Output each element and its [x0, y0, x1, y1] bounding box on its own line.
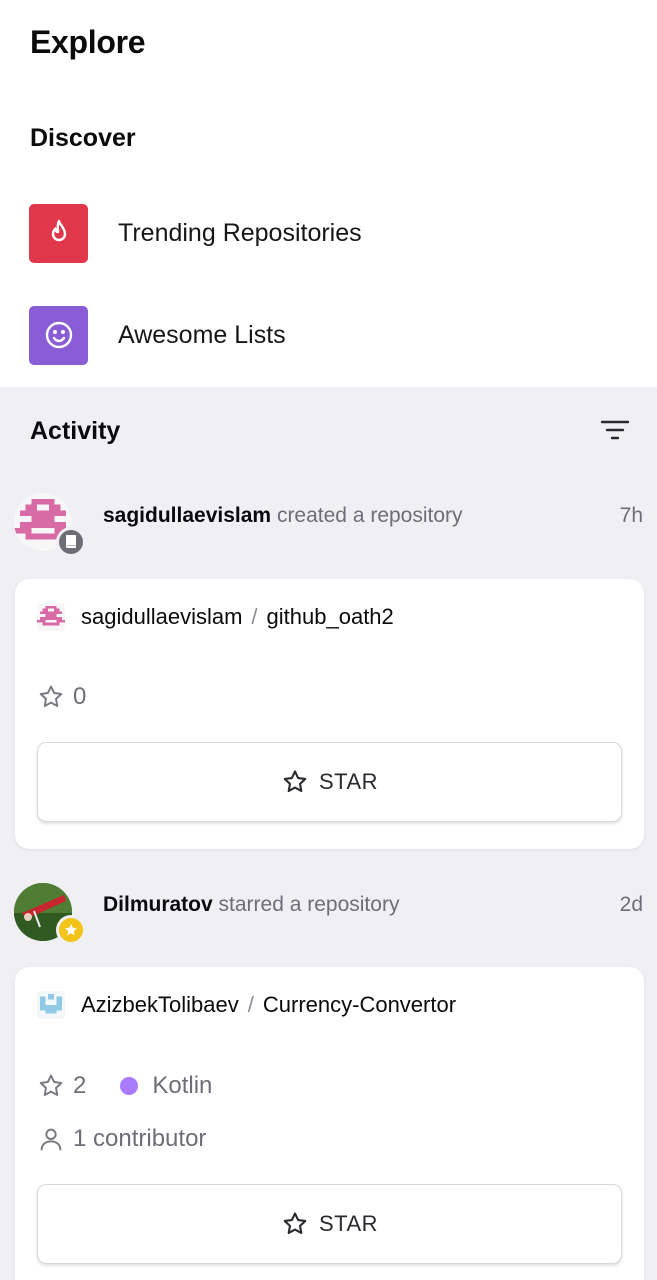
star-icon — [283, 770, 307, 793]
activity-event[interactable]: Dilmuratov starred a repository 2d — [0, 883, 657, 953]
repo-name: github_oath2 — [266, 604, 394, 629]
owner-avatar — [37, 991, 65, 1019]
event-user[interactable]: sagidullaevislam — [103, 504, 271, 527]
trending-repositories-item[interactable]: Trending Repositories — [0, 193, 657, 273]
star-icon — [283, 1212, 307, 1235]
event-description: sagidullaevislam created a repository — [103, 504, 463, 528]
repo-language: Kotlin — [152, 1072, 213, 1099]
event-action: starred a repository — [218, 893, 400, 916]
activity-event[interactable]: sagidullaevislam created a repository 7h — [0, 493, 657, 563]
owner-avatar — [37, 603, 65, 631]
repo-owner: AzizbekTolibaev — [81, 992, 239, 1017]
star-outline-icon — [37, 683, 65, 711]
star-button-label: STAR — [318, 1211, 379, 1236]
contributor-count: 1 contributor — [73, 1125, 207, 1152]
trending-repositories-label: Trending Repositories — [118, 218, 362, 247]
repo-meta: 0 — [37, 683, 86, 711]
repo-icon — [56, 527, 86, 557]
star-count: 0 — [73, 683, 87, 710]
star-button[interactable]: STAR — [37, 1184, 622, 1264]
repo-card[interactable]: sagidullaevislam / github_oath2 0 STAR — [15, 579, 644, 849]
event-user[interactable]: Dilmuratov — [103, 893, 213, 916]
activity-title: Activity — [30, 417, 121, 445]
repo-title[interactable]: sagidullaevislam / github_oath2 — [37, 603, 394, 631]
filter-icon[interactable] — [599, 417, 631, 443]
smiley-icon — [29, 305, 88, 365]
repo-separator: / — [251, 604, 258, 629]
repo-contributors: 1 contributor — [37, 1125, 206, 1153]
star-button[interactable]: STAR — [37, 742, 622, 822]
explore-header-section: Explore Discover Trending Repositories A… — [0, 0, 657, 387]
language-dot — [120, 1077, 139, 1095]
person-icon — [37, 1125, 65, 1153]
repo-meta: 2 Kotlin — [37, 1072, 212, 1100]
repo-name: Currency-Convertor — [262, 992, 457, 1017]
star-count: 2 — [73, 1072, 87, 1099]
page-title: Explore — [30, 24, 146, 60]
event-time: 2d — [619, 893, 643, 916]
star-button-label: STAR — [318, 769, 379, 794]
repo-card[interactable]: AzizbekTolibaev / Currency-Convertor 2 K… — [15, 967, 644, 1280]
awesome-lists-item[interactable]: Awesome Lists — [0, 295, 657, 375]
star-outline-icon — [37, 1072, 65, 1100]
awesome-lists-label: Awesome Lists — [118, 320, 286, 349]
star-icon — [56, 915, 86, 945]
flame-icon — [29, 203, 88, 263]
discover-title: Discover — [30, 124, 136, 152]
event-action: created a repository — [276, 504, 463, 527]
repo-title[interactable]: AzizbekTolibaev / Currency-Convertor — [37, 991, 456, 1019]
repo-separator: / — [247, 992, 254, 1017]
event-time: 7h — [619, 504, 643, 527]
repo-owner: sagidullaevislam — [81, 604, 243, 629]
activity-section: Activity sagidullaevislam created a repo… — [0, 387, 657, 1280]
event-description: Dilmuratov starred a repository — [103, 893, 399, 917]
